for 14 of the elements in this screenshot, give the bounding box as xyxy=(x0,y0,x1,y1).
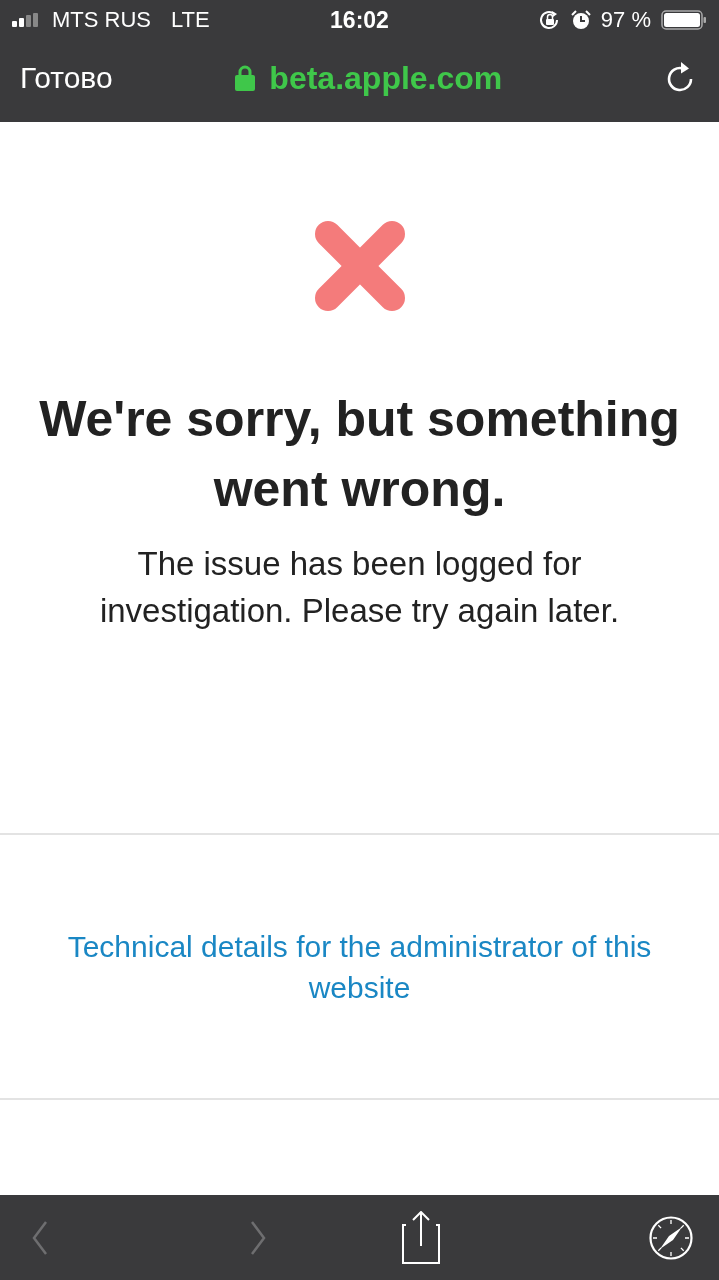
compass-icon[interactable] xyxy=(649,1215,693,1260)
url-address[interactable]: beta.apple.com xyxy=(269,59,503,97)
alarm-icon xyxy=(570,10,591,30)
clock-time: 16:02 xyxy=(329,6,390,34)
done-button[interactable]: Готово xyxy=(20,61,113,95)
battery-percent: 97 % xyxy=(600,7,651,33)
technical-details-link[interactable]: Technical details for the administrator of this website xyxy=(30,925,689,1008)
share-icon[interactable] xyxy=(401,1211,440,1264)
error-heading: We're sorry, but something went wrong. xyxy=(38,390,681,519)
carrier-name: MTS RUS xyxy=(52,7,151,33)
network-type: LTE xyxy=(171,7,210,33)
rotation-lock-icon xyxy=(538,10,561,30)
error-message: The issue has been logged for investigation. Please try again later. xyxy=(98,544,621,631)
battery-icon xyxy=(661,10,707,30)
